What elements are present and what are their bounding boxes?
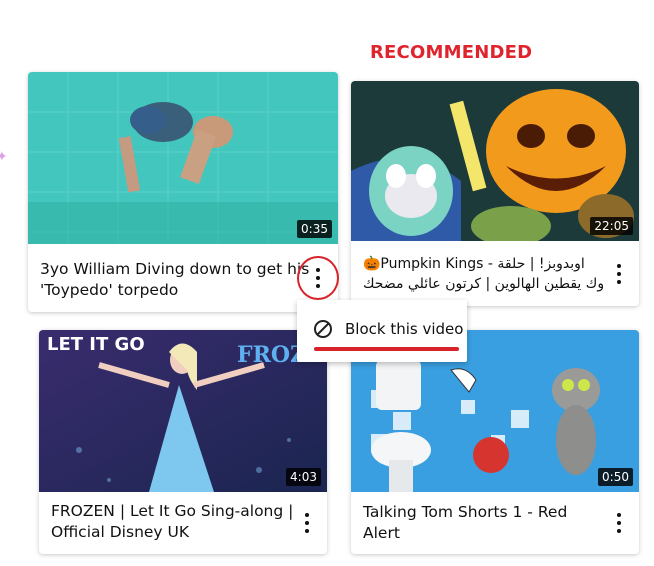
more-options-icon[interactable] (616, 264, 622, 284)
video-card-2[interactable]: 22:05 🎃Pumpkin Kings - اوبدوبز! | حلقة م… (351, 81, 639, 306)
block-icon (314, 320, 332, 338)
video-thumbnail[interactable]: 0:35 (28, 72, 338, 244)
thumbnail-text: LET IT GO (47, 334, 145, 355)
thumbnail-logo: FROZ (237, 342, 306, 368)
sparkle-icon: ✦ (0, 148, 8, 164)
video-card-3[interactable]: LET IT GO FROZ 4:03 FROZEN | Let It Go S… (39, 330, 327, 554)
duration-badge: 22:05 (590, 217, 633, 235)
video-title[interactable]: Talking Tom Shorts 1 - Red Alert (363, 502, 608, 544)
duration-badge: 0:35 (297, 220, 332, 238)
block-video-label: Block this video (345, 320, 464, 338)
more-options-icon[interactable] (616, 513, 622, 533)
video-title[interactable]: 3yo William Diving down to get his 'Toyp… (40, 259, 310, 301)
context-menu: Block this video (297, 300, 467, 362)
annotation-circle (297, 256, 339, 300)
video-card-4[interactable]: 0:50 Talking Tom Shorts 1 - Red Alert (351, 330, 639, 554)
video-thumbnail[interactable]: 22:05 (351, 81, 639, 241)
more-options-icon[interactable] (304, 513, 310, 533)
block-video-menu-item[interactable]: Block this video (313, 319, 463, 339)
video-card-1[interactable]: 0:35 3yo William Diving down to get his … (28, 72, 338, 312)
annotation-underline (314, 347, 459, 351)
video-thumbnail[interactable]: LET IT GO FROZ 4:03 (39, 330, 327, 492)
duration-badge: 4:03 (286, 468, 321, 486)
section-title: RECOMMENDED (370, 42, 533, 63)
video-title[interactable]: FROZEN | Let It Go Sing-along | Official… (51, 501, 301, 543)
video-title[interactable]: 🎃Pumpkin Kings - اوبدوبز! | حلقة ملوك يق… (363, 254, 603, 294)
duration-badge: 0:50 (598, 468, 633, 486)
